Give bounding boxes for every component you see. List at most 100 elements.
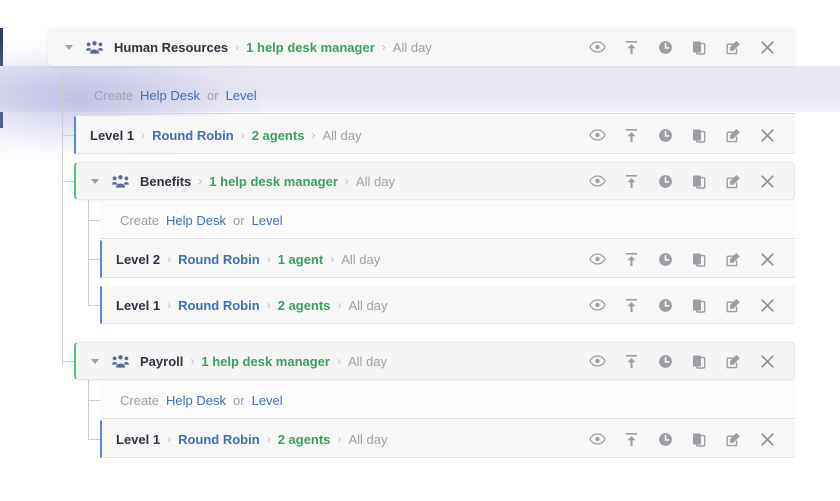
create-label: Create bbox=[120, 213, 160, 228]
close-icon[interactable] bbox=[750, 28, 784, 66]
row-schedule: All day bbox=[348, 297, 388, 313]
close-icon[interactable] bbox=[750, 342, 784, 380]
duplicate-icon[interactable] bbox=[682, 162, 716, 200]
duplicate-icon[interactable] bbox=[682, 116, 716, 154]
row-schedule: All day bbox=[355, 173, 395, 189]
row-title: Level 1 bbox=[116, 297, 161, 313]
duplicate-icon[interactable] bbox=[682, 240, 716, 278]
row-title: Level 2 bbox=[116, 251, 161, 267]
row-schedule: All day bbox=[322, 127, 362, 143]
create-or-label: or bbox=[207, 88, 219, 103]
breadcrumb-separator: › bbox=[141, 128, 146, 142]
close-icon[interactable] bbox=[750, 286, 784, 324]
row-hr-level-1[interactable]: Level 1 › Round Robin › 2 agents › All d… bbox=[74, 116, 795, 154]
row-payroll-level-1[interactable]: Level 1 › Round Robin › 2 agents › All d… bbox=[100, 420, 795, 458]
breadcrumb-separator: › bbox=[337, 432, 342, 446]
create-level-link[interactable]: Level bbox=[226, 88, 257, 103]
edit-icon[interactable] bbox=[716, 28, 750, 66]
duplicate-icon[interactable] bbox=[682, 420, 716, 458]
schedule-clock-icon[interactable] bbox=[648, 116, 682, 154]
row-strategy: Round Robin bbox=[178, 297, 260, 313]
row-actions bbox=[580, 343, 784, 379]
close-icon[interactable] bbox=[750, 420, 784, 458]
tree-trunk-root bbox=[62, 70, 63, 366]
preview-icon[interactable] bbox=[580, 342, 614, 380]
row-assignee: 1 help desk manager bbox=[246, 39, 375, 55]
edit-icon[interactable] bbox=[716, 420, 750, 458]
create-level-link[interactable]: Level bbox=[252, 213, 283, 228]
publish-icon[interactable] bbox=[614, 116, 648, 154]
row-benefits-level-1[interactable]: Level 1 › Round Robin › 2 agents › All d… bbox=[100, 286, 795, 324]
breadcrumb-separator: › bbox=[240, 128, 245, 142]
tree-branch-benefits-create bbox=[88, 220, 100, 221]
tree-branch-payroll-level1 bbox=[88, 439, 100, 440]
duplicate-icon[interactable] bbox=[682, 286, 716, 324]
row-schedule: All day bbox=[347, 353, 388, 369]
row-actions bbox=[580, 29, 784, 65]
group-users-icon bbox=[110, 342, 130, 380]
routing-tree-canvas: Human Resources › 1 help desk manager › … bbox=[0, 0, 840, 501]
publish-icon[interactable] bbox=[614, 162, 648, 200]
close-icon[interactable] bbox=[750, 240, 784, 278]
create-help-desk-link[interactable]: Help Desk bbox=[166, 213, 226, 228]
row-assignee: 2 agents bbox=[277, 431, 331, 447]
edit-icon[interactable] bbox=[716, 286, 750, 324]
publish-icon[interactable] bbox=[614, 286, 648, 324]
preview-icon[interactable] bbox=[580, 420, 614, 458]
publish-icon[interactable] bbox=[614, 420, 648, 458]
collapse-caret-icon[interactable] bbox=[86, 342, 104, 380]
row-actions bbox=[580, 287, 784, 323]
create-help-desk-link[interactable]: Help Desk bbox=[166, 393, 226, 408]
row-benefits[interactable]: Benefits › 1 help desk manager › All day bbox=[74, 162, 795, 200]
row-benefits-level-2[interactable]: Level 2 › Round Robin › 1 agent › All da… bbox=[100, 240, 795, 278]
row-strategy: Round Robin bbox=[178, 251, 260, 267]
row-assignee: 1 help desk manager bbox=[209, 173, 338, 189]
publish-icon[interactable] bbox=[614, 342, 648, 380]
schedule-clock-icon[interactable] bbox=[648, 28, 682, 66]
schedule-clock-icon[interactable] bbox=[648, 420, 682, 458]
preview-icon[interactable] bbox=[580, 240, 614, 278]
tree-branch-benefits-level1 bbox=[88, 305, 100, 306]
breadcrumb-separator: › bbox=[266, 432, 271, 446]
breadcrumb-separator: › bbox=[167, 432, 172, 446]
breadcrumb-separator: › bbox=[311, 128, 316, 142]
create-level-link[interactable]: Level bbox=[252, 393, 283, 408]
row-actions bbox=[580, 241, 784, 277]
left-navigation-rail bbox=[0, 28, 3, 128]
preview-icon[interactable] bbox=[580, 28, 614, 66]
schedule-clock-icon[interactable] bbox=[648, 286, 682, 324]
collapse-caret-icon[interactable] bbox=[60, 28, 78, 66]
close-icon[interactable] bbox=[750, 116, 784, 154]
row-payroll[interactable]: Payroll › 1 help desk manager › All day bbox=[74, 342, 795, 380]
breadcrumb-separator: › bbox=[381, 40, 386, 54]
publish-icon[interactable] bbox=[614, 240, 648, 278]
edit-icon[interactable] bbox=[716, 240, 750, 278]
tree-branch-root-payroll bbox=[62, 361, 74, 362]
collapse-caret-icon[interactable] bbox=[86, 162, 104, 200]
breadcrumb-separator: › bbox=[235, 40, 240, 54]
row-human-resources[interactable]: Human Resources › 1 help desk manager › … bbox=[48, 28, 795, 66]
tree-trunk-payroll bbox=[88, 380, 89, 440]
preview-icon[interactable] bbox=[580, 116, 614, 154]
preview-icon[interactable] bbox=[580, 162, 614, 200]
row-schedule: All day bbox=[341, 251, 381, 267]
edit-icon[interactable] bbox=[716, 162, 750, 200]
close-icon[interactable] bbox=[750, 162, 784, 200]
edit-icon[interactable] bbox=[716, 342, 750, 380]
create-row-root: Create Help Desk or Level bbox=[74, 78, 795, 114]
publish-icon[interactable] bbox=[614, 28, 648, 66]
breadcrumb-separator: › bbox=[337, 298, 342, 312]
breadcrumb-separator: › bbox=[266, 298, 271, 312]
preview-icon[interactable] bbox=[580, 286, 614, 324]
tree-branch-payroll-create bbox=[88, 400, 100, 401]
schedule-clock-icon[interactable] bbox=[648, 240, 682, 278]
create-row-payroll: Create Help Desk or Level bbox=[100, 383, 795, 419]
duplicate-icon[interactable] bbox=[682, 28, 716, 66]
create-help-desk-link[interactable]: Help Desk bbox=[140, 88, 200, 103]
duplicate-icon[interactable] bbox=[682, 342, 716, 380]
row-title: Level 1 bbox=[116, 431, 161, 447]
schedule-clock-icon[interactable] bbox=[648, 342, 682, 380]
row-actions bbox=[580, 421, 784, 457]
schedule-clock-icon[interactable] bbox=[648, 162, 682, 200]
edit-icon[interactable] bbox=[716, 116, 750, 154]
